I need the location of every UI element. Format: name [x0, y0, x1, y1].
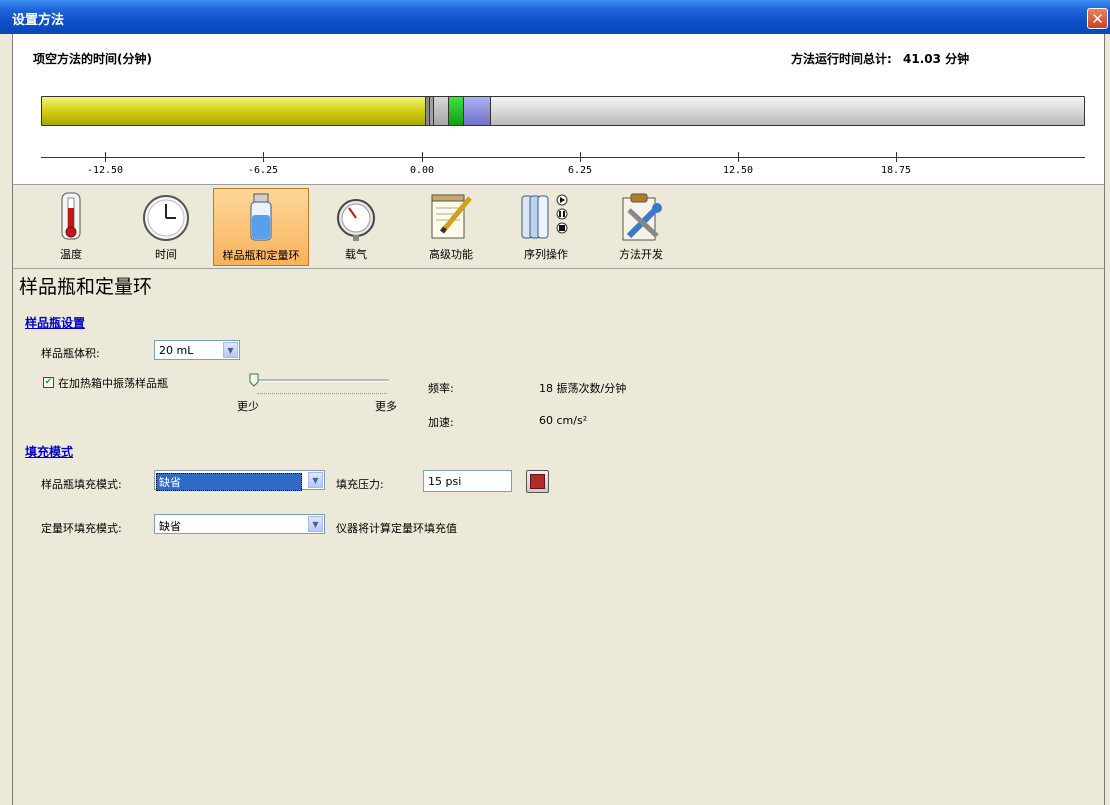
- function-toolbar: 温度 时间 样品瓶和定量环 载气 高级功能 序列操作 方法开发: [12, 185, 1105, 269]
- tool-label: 序列操作: [524, 248, 568, 261]
- fill-pressure-label: 填充压力:: [336, 478, 384, 491]
- tool-sequence[interactable]: 序列操作: [498, 188, 594, 266]
- shake-slider-thumb[interactable]: [249, 373, 259, 387]
- timeline-bar: [41, 96, 1085, 126]
- loop-fill-mode-label: 定量环填充模式:: [41, 522, 122, 535]
- clipboard-tools-icon: [622, 193, 662, 241]
- axis-tick: [738, 152, 739, 162]
- timeline-axis: [41, 157, 1085, 158]
- window-titlebar: 设置方法 ✕: [0, 0, 1110, 34]
- shake-slider-track[interactable]: [253, 379, 389, 382]
- vial-settings-heading[interactable]: 样品瓶设置: [25, 314, 85, 331]
- timeline-segment: [434, 97, 449, 125]
- tool-method-development[interactable]: 方法开发: [593, 188, 689, 266]
- axis-tick: [263, 152, 264, 162]
- total-runtime-value: 41.03 分钟: [903, 52, 970, 66]
- vial-fill-mode-label: 样品瓶填充模式:: [41, 478, 122, 491]
- notepad-pencil-icon: [431, 194, 472, 239]
- slider-ticks: [257, 393, 387, 396]
- tool-label: 方法开发: [619, 248, 663, 261]
- loop-fill-note: 仪器将计算定量环填充值: [336, 522, 457, 535]
- acceleration-value: 60 cm/s²: [539, 414, 588, 427]
- loop-fill-mode-select[interactable]: 缺省 ▼: [154, 514, 325, 534]
- fill-pressure-value: 15 psi: [428, 475, 462, 488]
- axis-tick: [422, 152, 423, 162]
- total-runtime-label: 方法运行时间总计:: [791, 52, 892, 66]
- slider-max-label: 更多: [375, 400, 397, 413]
- tool-vial-loop[interactable]: 样品瓶和定量环: [213, 188, 309, 266]
- vial-volume-select[interactable]: 20 mL ▼: [154, 340, 240, 360]
- color-picker-button[interactable]: [526, 470, 549, 493]
- frequency-value: 18 振荡次数/分钟: [539, 382, 627, 395]
- chevron-down-icon[interactable]: ▼: [223, 342, 238, 358]
- chevron-down-icon[interactable]: ▼: [308, 472, 323, 488]
- axis-tick-label: 6.25: [567, 165, 593, 176]
- vials-sequence-icon: [521, 194, 568, 239]
- loop-fill-mode-value: 缺省: [159, 520, 181, 533]
- shake-vial-checkbox[interactable]: ✔: [43, 377, 54, 388]
- axis-tick: [896, 152, 897, 162]
- axis-tick-label: 12.50: [722, 165, 754, 176]
- axis-tick: [580, 152, 581, 162]
- fill-pressure-input[interactable]: 15 psi: [423, 470, 512, 492]
- tool-time[interactable]: 时间: [118, 188, 214, 266]
- tool-label: 温度: [60, 248, 82, 261]
- tool-label: 样品瓶和定量环: [222, 249, 300, 262]
- tool-label: 载气: [345, 248, 367, 261]
- axis-tick-label: -6.25: [247, 165, 279, 176]
- vial-fill-mode-select[interactable]: 缺省 ▼: [154, 470, 325, 491]
- axis-tick-label: -12.50: [86, 165, 124, 176]
- frequency-label: 频率:: [428, 382, 454, 395]
- tool-advanced[interactable]: 高级功能: [403, 188, 499, 266]
- tool-temperature[interactable]: 温度: [23, 188, 119, 266]
- axis-tick-label: 18.75: [880, 165, 912, 176]
- slider-min-label: 更少: [237, 400, 259, 413]
- acceleration-label: 加速:: [428, 416, 454, 429]
- pressure-gauge-icon: [337, 199, 375, 241]
- tool-label: 时间: [155, 248, 177, 261]
- clock-icon: [143, 195, 189, 241]
- timeline-segment-gc-cycle: [464, 97, 491, 125]
- tool-label: 高级功能: [429, 248, 473, 261]
- chevron-down-icon[interactable]: ▼: [308, 516, 323, 532]
- vial-volume-label: 样品瓶体积:: [41, 347, 100, 360]
- timeline-title: 项空方法的时间(分钟): [33, 52, 152, 66]
- close-icon[interactable]: ✕: [1087, 8, 1108, 29]
- page-title: 样品瓶和定量环: [19, 276, 153, 298]
- shake-vial-label: 在加热箱中振荡样品瓶: [58, 377, 168, 390]
- timeline-segment-inject: [449, 97, 464, 125]
- window-title: 设置方法: [12, 13, 65, 28]
- vial-fill-mode-value: 缺省: [156, 473, 302, 491]
- vial-volume-value: 20 mL: [159, 344, 194, 357]
- thermometer-icon: [61, 192, 81, 240]
- fill-mode-heading[interactable]: 填充模式: [25, 443, 73, 460]
- timeline-segment-equilibration: [42, 97, 426, 125]
- settings-content: 样品瓶和定量环 样品瓶设置 样品瓶体积: 20 mL ▼ ✔ 在加热箱中振荡样品…: [12, 269, 1105, 805]
- vial-icon: [250, 193, 272, 241]
- axis-tick: [105, 152, 106, 162]
- axis-tick-label: 0.00: [409, 165, 435, 176]
- timeline-panel: 项空方法的时间(分钟) 方法运行时间总计: 41.03 分钟 -12.50 -6…: [12, 34, 1105, 185]
- tool-carrier-gas[interactable]: 载气: [308, 188, 404, 266]
